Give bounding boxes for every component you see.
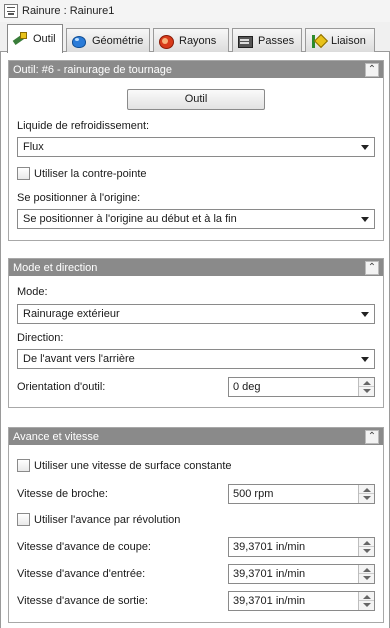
- orientation-value: 0 deg: [233, 381, 261, 393]
- arrow-down-icon: [363, 549, 371, 553]
- chevron-down-icon: [361, 357, 369, 362]
- lead-in-feed-stepper[interactable]: 39,3701 in/min: [228, 564, 375, 584]
- tab-outil[interactable]: Outil: [7, 24, 63, 53]
- coolant-value: Flux: [23, 141, 44, 153]
- tab-geometrie[interactable]: Géométrie: [66, 28, 150, 52]
- link-icon: [310, 33, 326, 49]
- spin-buttons[interactable]: [358, 538, 374, 556]
- feed-panel: Avance et vitesse ⌃ Utiliser une vitesse…: [8, 427, 384, 623]
- tool-button[interactable]: Outil: [127, 89, 265, 110]
- origin-select[interactable]: Se positionner à l'origine au début et à…: [17, 209, 375, 229]
- feed-panel-header[interactable]: Avance et vitesse ⌃: [9, 428, 383, 445]
- arrow-down-icon: [363, 496, 371, 500]
- panel-title: Mode et direction: [13, 261, 98, 274]
- collapse-icon[interactable]: ⌃: [365, 260, 379, 275]
- spindle-speed-stepper[interactable]: 500 rpm: [228, 484, 375, 504]
- direction-select[interactable]: De l'avant vers l'arrière: [17, 349, 375, 369]
- arrow-down-icon: [363, 389, 371, 393]
- tab-rayons[interactable]: Rayons: [153, 28, 229, 52]
- window-title: Rainure : Rainure1: [22, 5, 115, 17]
- mode-label: Mode:: [17, 286, 48, 298]
- panel-title: Outil: #6 - rainurage de tournage: [13, 63, 172, 76]
- constant-surface-speed-checkbox[interactable]: [17, 459, 30, 472]
- direction-value: De l'avant vers l'arrière: [23, 353, 135, 365]
- tab-passes[interactable]: Passes: [232, 28, 302, 52]
- arrow-up-icon: [363, 568, 371, 572]
- spin-buttons[interactable]: [358, 592, 374, 610]
- cutting-feed-value: 39,3701 in/min: [233, 541, 306, 553]
- lead-in-feed-label: Vitesse d'avance d'entrée:: [17, 568, 146, 580]
- spin-buttons[interactable]: [358, 485, 374, 503]
- spindle-speed-label: Vitesse de broche:: [17, 488, 108, 500]
- panel-title: Avance et vitesse: [13, 430, 100, 443]
- tab-bar: Outil Géométrie Rayons Passes Liaison: [0, 24, 390, 53]
- tab-label: Géométrie: [92, 34, 144, 47]
- origin-value: Se positionner à l'origine au début et à…: [23, 213, 237, 225]
- tailstock-checkbox[interactable]: [17, 167, 30, 180]
- cutting-feed-label: Vitesse d'avance de coupe:: [17, 541, 151, 553]
- lead-out-feed-label: Vitesse d'avance de sortie:: [17, 595, 148, 607]
- arrow-up-icon: [363, 595, 371, 599]
- mode-value: Rainurage extérieur: [23, 308, 120, 320]
- tab-label: Passes: [258, 34, 295, 47]
- arrow-down-icon: [363, 603, 371, 607]
- chevron-down-icon: [361, 217, 369, 222]
- feed-per-revolution-checkbox[interactable]: [17, 513, 30, 526]
- feed-per-revolution-label: Utiliser l'avance par révolution: [34, 514, 181, 526]
- mode-panel-header[interactable]: Mode et direction ⌃: [9, 259, 383, 276]
- origin-label: Se positionner à l'origine:: [17, 192, 141, 204]
- collapse-icon[interactable]: ⌃: [365, 62, 379, 77]
- coolant-select[interactable]: Flux: [17, 137, 375, 157]
- tool-icon: [12, 31, 28, 47]
- spindle-speed-value: 500 rpm: [233, 488, 274, 500]
- coolant-label: Liquide de refroidissement:: [17, 120, 150, 132]
- chevron-down-icon: [361, 145, 369, 150]
- tab-content: Outil: #6 - rainurage de tournage ⌃ Outi…: [0, 52, 390, 628]
- radius-icon: [158, 33, 174, 49]
- tool-panel: Outil: #6 - rainurage de tournage ⌃ Outi…: [8, 60, 384, 241]
- direction-label: Direction:: [17, 332, 64, 344]
- arrow-up-icon: [363, 541, 371, 545]
- lead-out-feed-value: 39,3701 in/min: [233, 595, 306, 607]
- orientation-stepper[interactable]: 0 deg: [228, 377, 375, 397]
- tab-label: Outil: [33, 33, 56, 45]
- arrow-up-icon: [363, 381, 371, 385]
- tab-label: Rayons: [179, 34, 217, 47]
- passes-icon: [237, 33, 253, 49]
- cutting-feed-stepper[interactable]: 39,3701 in/min: [228, 537, 375, 557]
- constant-surface-speed-label: Utiliser une vitesse de surface constant…: [34, 460, 232, 472]
- chevron-down-icon: [361, 312, 369, 317]
- mode-panel: Mode et direction ⌃ Mode: Rainurage exté…: [8, 258, 384, 408]
- geometry-icon: [71, 33, 87, 49]
- lead-out-feed-stepper[interactable]: 39,3701 in/min: [228, 591, 375, 611]
- collapse-icon[interactable]: ⌃: [365, 429, 379, 444]
- title-bar: Rainure : Rainure1: [0, 0, 390, 22]
- tab-label: Liaison: [331, 34, 366, 47]
- mode-select[interactable]: Rainurage extérieur: [17, 304, 375, 324]
- arrow-down-icon: [363, 576, 371, 580]
- arrow-up-icon: [363, 488, 371, 492]
- spin-buttons[interactable]: [358, 378, 374, 396]
- tailstock-label: Utiliser la contre-pointe: [34, 168, 147, 180]
- tool-panel-header[interactable]: Outil: #6 - rainurage de tournage ⌃: [9, 61, 383, 78]
- groove-operation-icon: [4, 4, 18, 18]
- spin-buttons[interactable]: [358, 565, 374, 583]
- tab-liaison[interactable]: Liaison: [305, 28, 375, 52]
- orientation-label: Orientation d'outil:: [17, 381, 106, 393]
- lead-in-feed-value: 39,3701 in/min: [233, 568, 306, 580]
